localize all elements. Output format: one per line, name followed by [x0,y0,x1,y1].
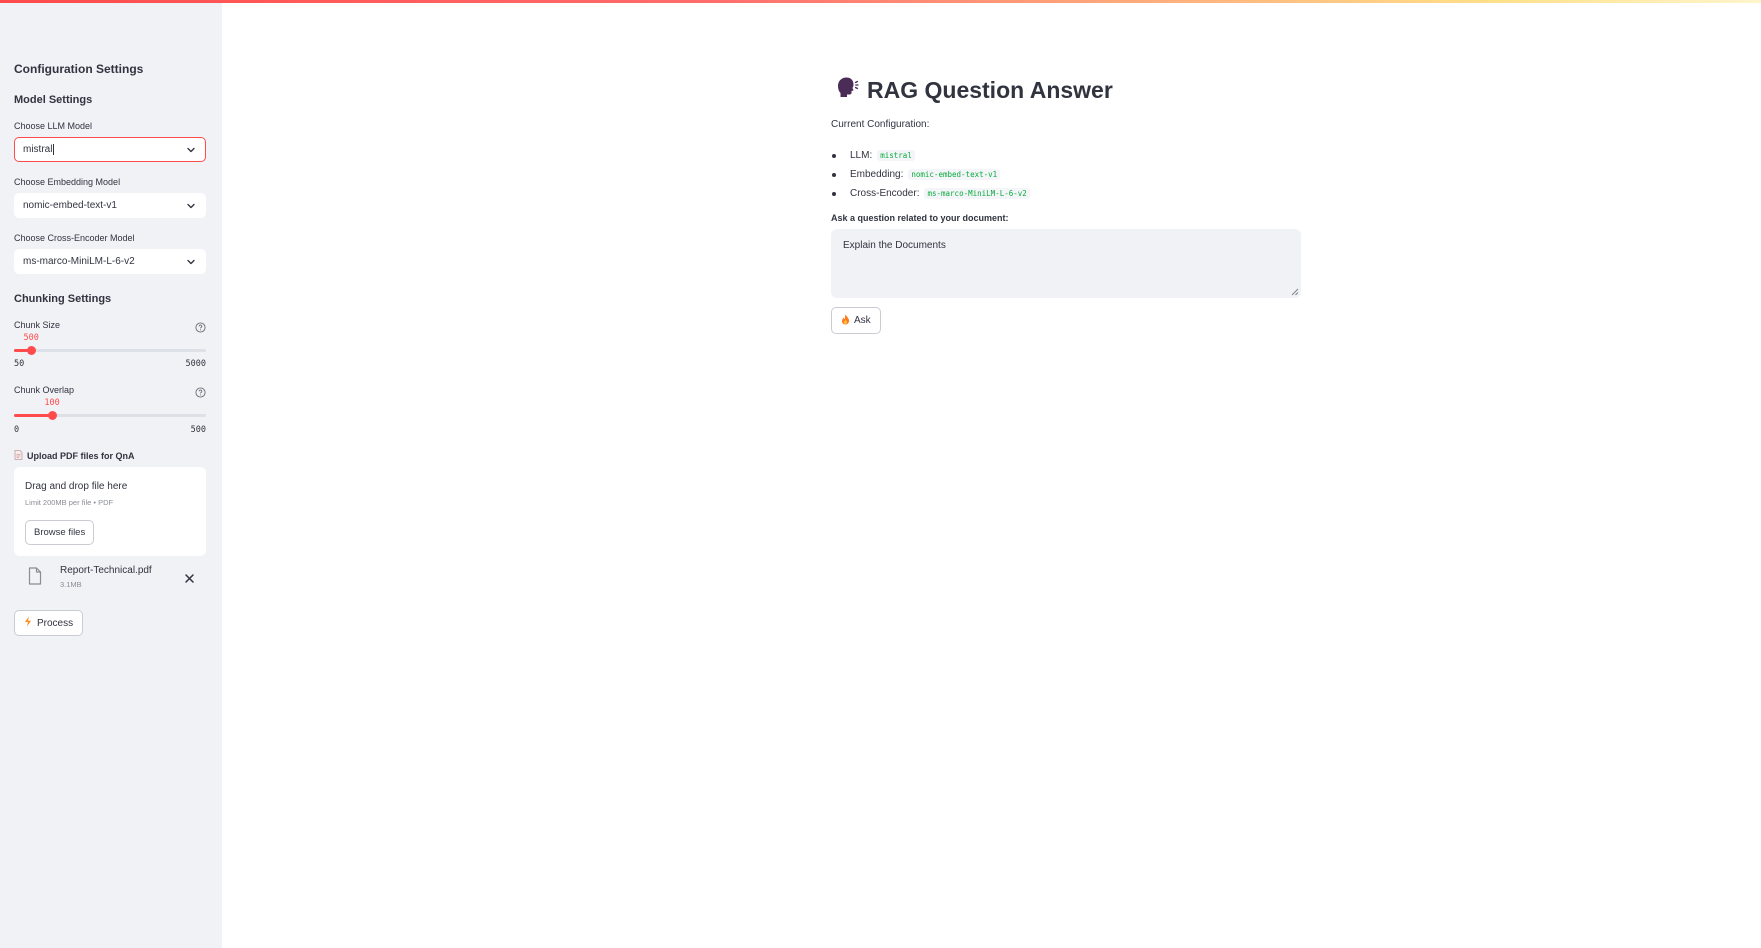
ask-button-label: Ask [854,315,871,326]
file-dropzone[interactable]: Drag and drop file here Limit 200MB per … [14,467,206,556]
upload-label-text: Upload PDF files for QnA [27,451,135,461]
chunk-overlap-slider[interactable] [14,411,206,420]
llm-model-select[interactable]: mistral [14,137,206,162]
config-item-value: mistral [877,150,915,161]
chevron-down-icon [185,200,197,212]
config-item-value: nomic-embed-text-v1 [908,169,1001,180]
sidebar: Configuration Settings Model Settings Ch… [0,0,222,948]
file-icon [28,567,42,585]
process-button-label: Process [37,617,74,629]
chunking-settings-heading: Chunking Settings [14,293,112,305]
speaking-head-icon [835,76,859,104]
embedding-model-label: Choose Embedding Model [14,177,121,187]
chunk-size-label: Chunk Size [14,320,61,330]
question-textarea[interactable]: Explain the Documents [831,229,1301,298]
config-item-label: Embedding: [850,169,904,180]
cross-encoder-model-label: Choose Cross-Encoder Model [14,233,135,243]
chunk-size-value: 500 [23,333,39,343]
page-title-text: RAG Question Answer [867,76,1113,103]
config-item-cross-encoder: Cross-Encoder: ms-marco-MiniLM-L-6-v2 [831,184,1030,203]
upload-label: Upload PDF files for QnA [14,450,135,462]
text-cursor [53,143,55,155]
config-item-value: ms-marco-MiniLM-L-6-v2 [924,188,1030,199]
help-icon[interactable] [195,320,206,333]
cross-encoder-model-select[interactable]: ms-marco-MiniLM-L-6-v2 [14,249,206,274]
lightning-icon [24,616,32,630]
uploaded-file-item: Report-Technical.pdf 3.1MB [14,563,206,595]
chunk-size-max: 5000 [185,359,206,369]
embedding-model-select[interactable]: nomic-embed-text-v1 [14,193,206,218]
llm-model-label: Choose LLM Model [14,121,93,131]
config-item-label: Cross-Encoder: [850,188,920,199]
chunk-overlap-label: Chunk Overlap [14,385,75,395]
close-icon[interactable] [184,571,195,583]
browse-files-button[interactable]: Browse files [25,520,95,545]
configuration-list: LLM: mistral Embedding: nomic-embed-text… [831,146,1030,203]
fire-icon [841,314,850,328]
chunk-size-slider[interactable] [14,346,206,355]
chunk-overlap-min: 0 [14,425,20,435]
resize-handle-icon[interactable] [1291,288,1299,296]
dropzone-title: Drag and drop file here [25,481,128,492]
chevron-down-icon [185,144,197,156]
file-name: Report-Technical.pdf [60,565,152,576]
process-button[interactable]: Process [14,610,84,636]
model-settings-heading: Model Settings [14,94,93,106]
file-size: 3.1MB [60,580,82,589]
config-item-label: LLM: [850,150,873,161]
embedding-model-value: nomic-embed-text-v1 [23,200,117,211]
question-label: Ask a question related to your document: [831,213,1009,223]
chevron-down-icon [185,256,197,268]
top-decoration-bar [0,0,1761,3]
cross-encoder-model-value: ms-marco-MiniLM-L-6-v2 [23,256,135,267]
config-item-embedding: Embedding: nomic-embed-text-v1 [831,165,1030,184]
current-configuration-label: Current Configuration: [831,119,930,130]
chunk-overlap-value: 100 [44,398,60,408]
ask-button[interactable]: Ask [831,307,881,334]
chunk-size-slider-thumb[interactable] [26,346,36,355]
chunk-overlap-slider-thumb[interactable] [47,411,57,420]
page-title: RAG Question Answer [835,76,1113,104]
question-text: Explain the Documents [843,240,946,251]
chunk-overlap-max: 500 [190,425,206,435]
sidebar-title: Configuration Settings [14,62,144,76]
help-icon[interactable] [195,385,206,398]
config-item-llm: LLM: mistral [831,146,1030,165]
llm-model-value: mistral [23,144,53,156]
chunk-overlap-slider-fill [14,414,53,417]
chunk-size-min: 50 [14,359,25,369]
dropzone-limit: Limit 200MB per file • PDF [25,498,114,507]
page-icon [14,450,23,462]
